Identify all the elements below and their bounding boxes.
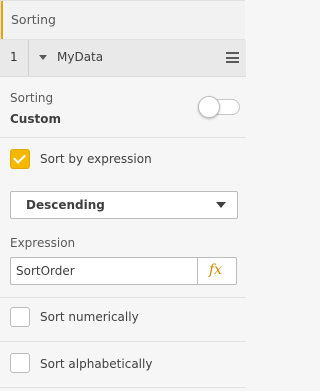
properties-panel: Sorting 1 MyData Sorting Custom Sort by …	[0, 0, 246, 391]
sorting-toggle-switch[interactable]	[198, 96, 240, 118]
field-row-divider	[28, 40, 29, 76]
divider	[0, 297, 246, 298]
divider	[0, 387, 246, 388]
caret-down-icon[interactable]	[39, 55, 47, 60]
sort-field-row[interactable]: 1 MyData	[0, 40, 246, 77]
dropdown-arrow-icon	[216, 202, 226, 208]
sorting-section-header[interactable]: Sorting	[0, 0, 245, 40]
expression-input[interactable]: SortOrder	[10, 257, 197, 285]
sort-alphabetically-checkbox[interactable]	[10, 353, 30, 373]
sort-order-dropdown[interactable]: Descending	[10, 191, 238, 219]
sort-by-expression-checkbox[interactable]	[10, 149, 30, 169]
sort-by-expression-label: Sort by expression	[40, 152, 152, 166]
toggle-knob	[198, 96, 220, 118]
sorting-label: Sorting	[10, 91, 54, 105]
divider	[0, 137, 246, 138]
sort-numerically-label: Sort numerically	[40, 310, 139, 324]
check-icon	[13, 151, 26, 164]
divider	[0, 341, 246, 342]
sort-order-value: Descending	[26, 198, 105, 212]
field-index: 1	[10, 50, 18, 64]
hamburger-menu-icon[interactable]	[226, 52, 239, 63]
field-name: MyData	[57, 50, 104, 64]
section-title: Sorting	[11, 12, 56, 27]
expression-editor-button[interactable]: fx	[197, 257, 237, 285]
sort-numerically-checkbox[interactable]	[10, 307, 30, 327]
expression-label: Expression	[10, 236, 76, 250]
section-accent-bar	[1, 1, 3, 39]
sort-alphabetically-label: Sort alphabetically	[40, 357, 153, 371]
sorting-mode-label: Custom	[10, 112, 61, 126]
expression-value: SortOrder	[16, 264, 75, 278]
fx-icon: fx	[209, 262, 223, 278]
